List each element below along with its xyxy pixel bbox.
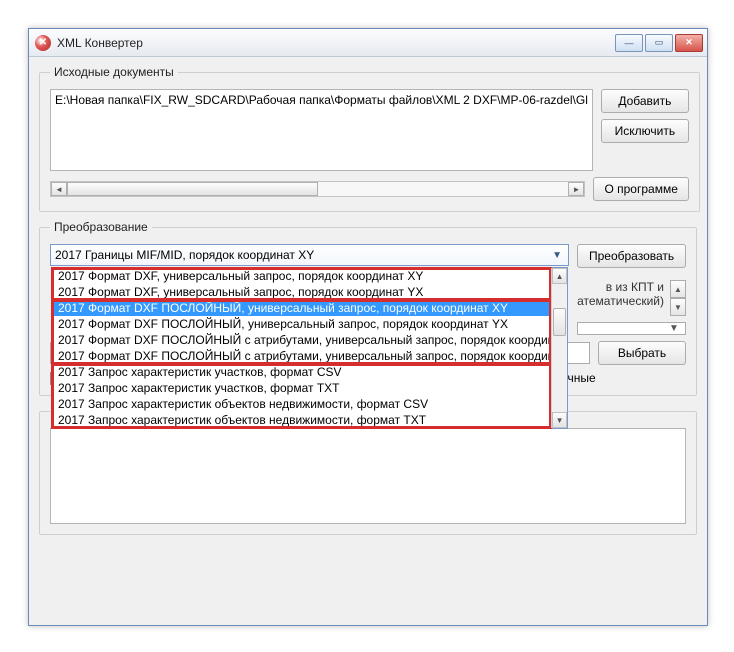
add-button[interactable]: Добавить (601, 89, 689, 113)
format-dropdown: 2017 Формат DXF, универсальный запрос, п… (51, 267, 568, 429)
format-option[interactable]: 2017 Формат DXF ПОСЛОЙНЫЙ с атрибутами, … (52, 348, 551, 364)
format-option[interactable]: 2017 Запрос характеристик участков, форм… (52, 380, 551, 396)
scroll-thumb[interactable] (67, 182, 318, 196)
dropdown-scroll-thumb[interactable] (553, 308, 566, 336)
source-file-item[interactable]: E:\Новая папка\FIX_RW_SDCARD\Рабочая пап… (55, 92, 588, 108)
format-option[interactable]: 2017 Запрос характеристик объектов недви… (52, 396, 551, 412)
format-combo[interactable]: 2017 Границы MIF/MID, порядок координат … (50, 244, 569, 266)
spec-hint: в из КПТ и атематический) (577, 280, 664, 316)
source-hscroll[interactable]: ◄ ► (50, 181, 585, 197)
spec-spinner[interactable]: ▲ ▼ (670, 280, 686, 316)
app-window: ✕ XML Конвертер — ▭ ✕ Исходные документы… (28, 28, 708, 626)
scroll-track[interactable] (67, 182, 568, 196)
source-file-list[interactable]: E:\Новая папка\FIX_RW_SDCARD\Рабочая пап… (50, 89, 593, 171)
dropdown-scrollbar[interactable]: ▲ ▼ (551, 268, 567, 428)
window-buttons: — ▭ ✕ (615, 34, 703, 52)
format-option[interactable]: 2017 Формат DXF, универсальный запрос, п… (52, 268, 551, 284)
format-option[interactable]: 2017 Формат DXF ПОСЛОЙНЫЙ, универсальный… (52, 300, 551, 316)
conversion-legend: Преобразование (50, 220, 152, 234)
window-title: XML Конвертер (57, 36, 615, 50)
spinner-up-icon[interactable]: ▲ (670, 280, 686, 298)
scroll-down-icon[interactable]: ▼ (552, 412, 567, 428)
format-option[interactable]: 2017 Формат DXF ПОСЛОЙНЫЙ с атрибутами, … (52, 332, 551, 348)
format-option[interactable]: 2017 Запрос характеристик участков, форм… (52, 364, 551, 380)
format-option[interactable]: 2017 Запрос характеристик объектов недви… (52, 412, 551, 428)
chevron-down-icon: ▼ (667, 323, 681, 334)
conversion-group: Преобразование 2017 Границы MIF/MID, пор… (39, 220, 697, 396)
maximize-button[interactable]: ▭ (645, 34, 673, 52)
chevron-down-icon: ▼ (550, 250, 564, 261)
format-option[interactable]: 2017 Формат DXF ПОСЛОЙНЫЙ, универсальный… (52, 316, 551, 332)
source-group: Исходные документы E:\Новая папка\FIX_RW… (39, 65, 700, 212)
output-file-list[interactable] (50, 428, 686, 524)
scroll-left-icon[interactable]: ◄ (51, 182, 67, 196)
about-button[interactable]: О программе (593, 177, 688, 201)
source-legend: Исходные документы (50, 65, 178, 79)
secondary-combo[interactable]: ▼ (577, 322, 686, 335)
format-option[interactable]: 2017 Формат DXF, универсальный запрос, п… (52, 284, 551, 300)
choose-button[interactable]: Выбрать (598, 341, 686, 365)
scroll-right-icon[interactable]: ► (568, 182, 584, 196)
close-button[interactable]: ✕ (675, 34, 703, 52)
format-combo-value: 2017 Границы MIF/MID, порядок координат … (55, 248, 314, 262)
spinner-down-icon[interactable]: ▼ (670, 298, 686, 316)
remove-button[interactable]: Исключить (601, 119, 689, 143)
app-icon: ✕ (35, 35, 51, 51)
window-content: Исходные документы E:\Новая папка\FIX_RW… (29, 57, 707, 551)
titlebar: ✕ XML Конвертер — ▭ ✕ (29, 29, 707, 57)
minimize-button[interactable]: — (615, 34, 643, 52)
scroll-up-icon[interactable]: ▲ (552, 268, 567, 284)
convert-button[interactable]: Преобразовать (577, 244, 686, 268)
